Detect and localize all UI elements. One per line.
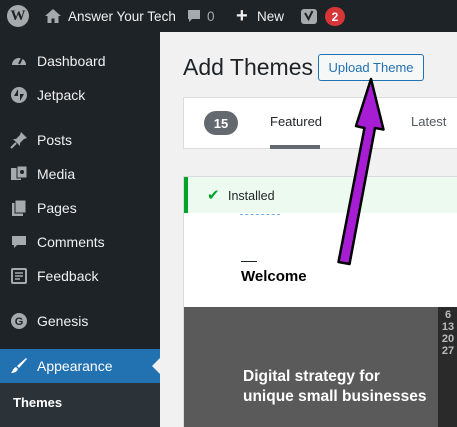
dashboard-icon: [9, 51, 29, 71]
genesis-icon: G: [9, 311, 29, 331]
sidebar-item-jetpack[interactable]: Jetpack: [0, 78, 160, 112]
hero-text-line-2: unique small businesses: [243, 388, 427, 405]
theme-filter-bar: 15 Featured Latest: [183, 97, 457, 149]
sidebar-item-appearance[interactable]: Appearance: [0, 349, 160, 383]
theme-count-badge: 15: [204, 111, 238, 135]
sidebar-item-label: Genesis: [37, 313, 89, 329]
preview-heading: Welcome: [241, 268, 307, 285]
pages-icon: [9, 198, 29, 218]
active-tab-indicator: [270, 145, 320, 149]
checkmark-icon: ✔: [207, 187, 220, 204]
sidebar-item-label: Posts: [37, 132, 73, 148]
pin-icon: [9, 130, 29, 150]
sidebar-item-media[interactable]: Media: [0, 157, 160, 191]
media-icon: [9, 164, 29, 184]
installed-notice: ✔ Installed: [184, 177, 457, 213]
svg-text:G: G: [15, 316, 24, 328]
sidebar-item-label: Feedback: [37, 268, 99, 284]
sidebar-item-label: Comments: [37, 234, 105, 250]
yoast-seo-icon[interactable]: [300, 0, 318, 32]
admin-bar: W Answer Your Tech 0 + New 2: [0, 0, 457, 32]
hero-text-line-1: Digital strategy for: [243, 368, 380, 385]
jetpack-icon: [9, 85, 29, 105]
tab-featured[interactable]: Featured: [270, 114, 322, 129]
brush-icon: [9, 356, 29, 376]
comment-bubble-icon[interactable]: [186, 0, 202, 32]
installed-label: Installed: [228, 189, 275, 203]
sidebar-item-pages[interactable]: Pages: [0, 191, 160, 225]
submenu-item-themes[interactable]: Themes: [13, 395, 62, 410]
preview-rule: [241, 261, 257, 262]
sidebar-item-label: Pages: [37, 200, 77, 216]
tab-latest[interactable]: Latest: [411, 114, 446, 129]
admin-sidebar: Dashboard Jetpack Posts Media Pages Comm…: [0, 32, 160, 427]
edge-digit: 6: [444, 309, 452, 321]
notification-badge[interactable]: 2: [325, 7, 345, 26]
sidebar-item-posts[interactable]: Posts: [0, 123, 160, 157]
sidebar-item-genesis[interactable]: G Genesis: [0, 304, 160, 338]
sidebar-item-label: Dashboard: [37, 53, 106, 69]
comments-icon: [9, 232, 29, 252]
active-menu-arrow: [152, 358, 160, 374]
edge-digit: 27: [441, 345, 455, 357]
new-content-link[interactable]: New: [257, 0, 284, 32]
notice-divider: [240, 214, 280, 215]
hero-edge-digits: 6 13 20 27: [438, 307, 457, 427]
appearance-submenu: Themes: [0, 383, 160, 427]
theme-card[interactable]: ✔ Installed Welcome Digital strategy for…: [183, 176, 457, 427]
page-title: Add Themes: [183, 54, 313, 80]
upload-theme-button[interactable]: Upload Theme: [318, 54, 424, 81]
plus-icon[interactable]: +: [236, 0, 248, 32]
theme-preview-hero: Digital strategy for unique small busine…: [184, 307, 457, 427]
site-name-link[interactable]: Answer Your Tech: [68, 0, 176, 32]
sidebar-item-label: Media: [37, 166, 76, 182]
sidebar-item-comments[interactable]: Comments: [0, 225, 160, 259]
feedback-icon: [9, 266, 29, 286]
sidebar-item-label: Jetpack: [37, 87, 86, 103]
home-icon[interactable]: [44, 0, 62, 32]
sidebar-item-label: Appearance: [37, 358, 113, 374]
edge-digit: 13: [441, 321, 455, 333]
sidebar-item-feedback[interactable]: Feedback: [0, 259, 160, 293]
comment-count[interactable]: 0: [207, 0, 215, 32]
wordpress-logo-icon[interactable]: W: [7, 5, 29, 27]
edge-digit: 20: [441, 333, 455, 345]
sidebar-item-dashboard[interactable]: Dashboard: [0, 44, 160, 78]
